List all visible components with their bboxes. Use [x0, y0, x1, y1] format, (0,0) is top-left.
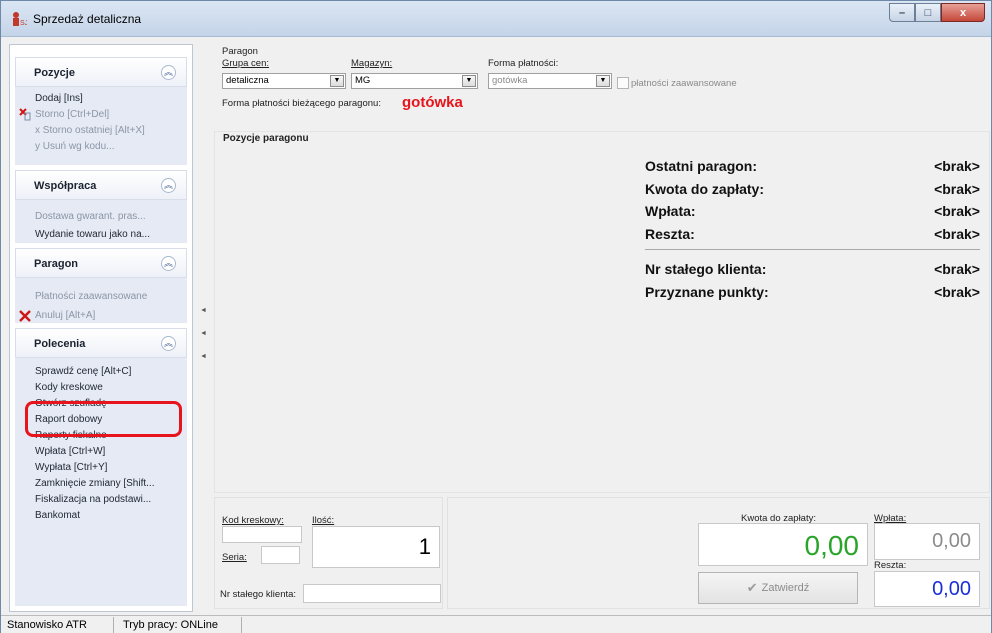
status-separator — [241, 617, 242, 633]
checkmark-icon: ✔ — [746, 580, 758, 595]
status-bar: Stanowisko ATR Tryb pracy: ONLine — [1, 615, 991, 633]
close-button[interactable]: x — [941, 3, 985, 22]
ilosc-input[interactable]: 1 — [312, 526, 440, 568]
app-icon: SJ — [13, 12, 27, 27]
sidebar-item-platnosci-zaawansowane[interactable]: Płatności zaawansowane — [15, 288, 187, 308]
sidebar-item-otworz-szuflade[interactable]: Otwórz szufladę — [15, 396, 187, 412]
storno-icon — [19, 108, 31, 121]
group-header[interactable]: Paragon ︽ — [15, 248, 187, 278]
group-title: Polecenia — [34, 338, 86, 350]
splitter-arrow-icon[interactable]: ◄ — [200, 307, 207, 314]
group-header[interactable]: Współpraca ︽ — [15, 170, 187, 200]
grupa-cen-select[interactable]: detaliczna ▼ — [222, 73, 346, 89]
summary-row: Kwota do zapłaty: <brak> — [645, 181, 980, 197]
window-title: Sprzedaż detaliczna — [33, 12, 142, 26]
svg-text:SJ: SJ — [20, 20, 27, 27]
sidebar-item-sprawdz-cene[interactable]: Sprawdź cenę [Alt+C] — [15, 364, 187, 380]
sidebar: Pozycje ︽ Dodaj [Ins] Storno [Ctrl+Del] … — [9, 44, 193, 612]
group-header[interactable]: Pozycje ︽ — [15, 57, 187, 87]
collapse-icon[interactable]: ︽ — [161, 65, 176, 80]
sidebar-item-wyplata[interactable]: Wypłata [Ctrl+Y] — [15, 460, 187, 476]
group-title: Pozycje — [34, 67, 75, 79]
splitter-arrow-icon[interactable]: ◄ — [200, 330, 207, 337]
group-wspolpraca: Współpraca ︽ Dostawa gwarant. pras... Wy… — [15, 170, 187, 243]
group-polecenia: Polecenia ︽ Sprawdź cenę [Alt+C] Kody kr… — [15, 328, 187, 606]
group-title: Paragon — [34, 258, 79, 270]
forma-platnosci-select[interactable]: gotówka ▼ — [488, 73, 612, 89]
group-pozycje: Pozycje ︽ Dodaj [Ins] Storno [Ctrl+Del] … — [15, 57, 187, 165]
wplata-input[interactable]: 0,00 — [874, 523, 980, 560]
splitter-arrow-icon[interactable]: ◄ — [200, 353, 207, 360]
kod-kreskowy-label: Kod kreskowy: — [222, 515, 284, 526]
seria-input[interactable] — [261, 546, 300, 564]
summary-row: Wpłata: <brak> — [645, 203, 980, 219]
sidebar-item-anuluj[interactable]: Anuluj [Alt+A] — [15, 308, 187, 324]
platnosci-zaawansowane-checkbox[interactable] — [617, 77, 629, 89]
sidebar-item-raporty-fiskalne[interactable]: Raporty fiskalne — [15, 428, 187, 444]
nr-klienta-label: Nr stałego klienta: — [220, 589, 297, 600]
sidebar-item-dostawa[interactable]: Dostawa gwarant. pras... — [15, 207, 187, 227]
reszta-display: 0,00 — [874, 571, 980, 607]
chevron-down-icon[interactable]: ▼ — [330, 75, 344, 87]
reszta-label: Reszta: — [874, 560, 907, 571]
biezaca-forma-label: Forma płatności bieżącego paragonu: — [222, 98, 381, 109]
sidebar-item-fiskalizacja[interactable]: Fiskalizacja na podstawi... — [15, 492, 187, 508]
collapse-icon[interactable]: ︽ — [161, 178, 176, 193]
summary-row: Nr stałego klienta: <brak> — [645, 261, 980, 277]
minimize-button[interactable]: – — [889, 3, 915, 22]
sidebar-item-bankomat[interactable]: Bankomat — [15, 508, 187, 524]
status-separator — [113, 617, 114, 633]
summary-divider — [645, 249, 980, 250]
magazyn-label: Magazyn: — [351, 58, 393, 69]
zatwierdz-button[interactable]: ✔ Zatwierdź — [698, 572, 858, 604]
biezaca-forma-value: gotówka — [402, 94, 463, 111]
collapse-icon[interactable]: ︽ — [161, 336, 176, 351]
maximize-button[interactable]: □ — [915, 3, 941, 22]
summary-row: Reszta: <brak> — [645, 226, 980, 242]
sidebar-item-zamkniecie-zmiany[interactable]: Zamknięcie zmiany [Shift... — [15, 476, 187, 492]
sidebar-item-wplata[interactable]: Wpłata [Ctrl+W] — [15, 444, 187, 460]
platnosci-zaawansowane-label: płatności zaawansowane — [631, 78, 737, 89]
ilosc-label: Ilość: — [312, 515, 335, 526]
paragon-section-title: Paragon — [222, 46, 258, 57]
forma-platnosci-label: Forma płatności: — [488, 58, 559, 69]
nr-klienta-input[interactable] — [303, 584, 441, 603]
kwota-display: 0,00 — [698, 523, 868, 566]
group-header[interactable]: Polecenia ︽ — [15, 328, 187, 358]
seria-label: Seria: — [222, 552, 247, 563]
grupa-cen-label: Grupa cen: — [222, 58, 269, 69]
chevron-down-icon[interactable]: ▼ — [462, 75, 476, 87]
sidebar-item-raport-dobowy[interactable]: Raport dobowy — [15, 412, 187, 428]
title-bar: SJ Sprzedaż detaliczna – □ x — [1, 1, 991, 37]
chevron-down-icon[interactable]: ▼ — [596, 75, 610, 87]
collapse-icon[interactable]: ︽ — [161, 256, 176, 271]
cancel-icon — [19, 310, 31, 322]
group-paragon: Paragon ︽ Płatności zaawansowane Anuluj … — [15, 248, 187, 323]
sidebar-item-storno-ostatniej[interactable]: x Storno ostatniej [Alt+X] — [15, 123, 187, 139]
sidebar-item-wydanie-towaru[interactable]: Wydanie towaru jako na... — [15, 227, 187, 245]
status-tryb: Tryb pracy: ONLine — [123, 619, 218, 631]
sidebar-item-storno[interactable]: Storno [Ctrl+Del] — [15, 107, 187, 123]
sidebar-item-usun-wg-kodu[interactable]: y Usuń wg kodu... — [15, 139, 187, 155]
kod-kreskowy-input[interactable] — [222, 526, 302, 543]
main-window: SJ Sprzedaż detaliczna – □ x Pozycje ︽ D… — [0, 0, 992, 633]
window-controls: – □ x — [889, 3, 985, 23]
sidebar-item-dodaj[interactable]: Dodaj [Ins] — [15, 91, 187, 107]
magazyn-select[interactable]: MG ▼ — [351, 73, 478, 89]
status-stanowisko: Stanowisko ATR — [7, 619, 87, 631]
sidebar-item-kody-kreskowe[interactable]: Kody kreskowe — [15, 380, 187, 396]
pozycje-title: Pozycje paragonu — [223, 133, 309, 144]
group-title: Współpraca — [34, 180, 97, 192]
summary-row: Przyznane punkty: <brak> — [645, 284, 980, 300]
summary-row: Ostatni paragon: <brak> — [645, 158, 980, 174]
